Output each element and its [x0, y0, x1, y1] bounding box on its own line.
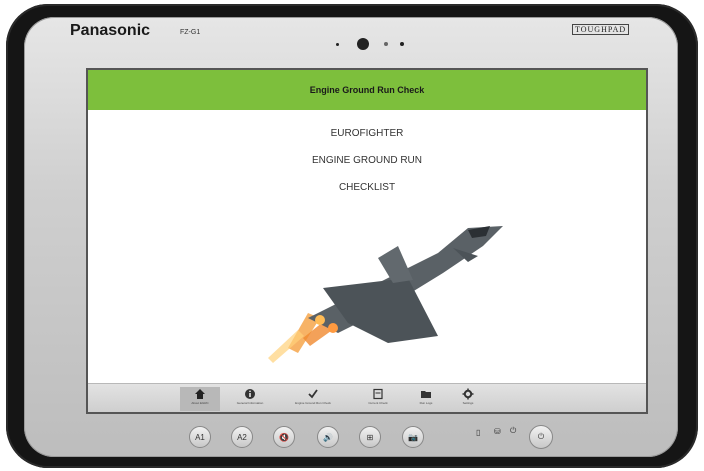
nav-item-current-check[interactable]: Current Check [358, 387, 398, 411]
gear-icon [462, 388, 474, 400]
camera-button[interactable]: 📷 [402, 426, 424, 448]
a1-button[interactable]: A1 [189, 426, 211, 448]
info-icon [245, 389, 255, 399]
app-screen: Engine Ground Run Check EUROFIGHTER ENGI… [86, 68, 648, 414]
sensor-icon [400, 42, 404, 46]
brand-logo: Panasonic [70, 22, 151, 39]
eurofighter-jet-image [268, 226, 503, 363]
clipboard-icon [373, 388, 383, 400]
power-led-icon: ⏻ [510, 426, 517, 435]
power-button[interactable]: ⏻ [529, 425, 553, 449]
windows-button[interactable]: ⊞ [359, 426, 381, 448]
splash-text: EUROFIGHTER ENGINE GROUND RUN CHECKLIST [88, 128, 646, 209]
model-label: FZ-G1 [180, 29, 201, 36]
a2-button[interactable]: A2 [231, 426, 253, 448]
sensor-icon [384, 42, 388, 46]
app-title: Engine Ground Run Check [309, 85, 425, 95]
splash-line: EUROFIGHTER [330, 128, 404, 139]
camera-icon [357, 38, 369, 50]
nav-item-run-logs[interactable]: Run Logs [406, 387, 446, 411]
volume-up-button[interactable]: 🔊 [317, 426, 339, 448]
bottom-nav-bar: About EGRC General Information Engine Gr… [88, 383, 646, 412]
volume-down-button[interactable]: 🔇 [273, 426, 295, 448]
app-title-bar: Engine Ground Run Check [88, 70, 646, 110]
toughpad-badge: TOUGHPAD [572, 24, 630, 35]
splash-line: CHECKLIST [338, 182, 396, 193]
nav-item-settings[interactable]: Settings [448, 387, 488, 411]
storage-led-icon: ⛁ [494, 427, 501, 436]
home-icon [195, 389, 205, 399]
nav-item-ground-run-check[interactable]: Engine Ground Run Check [293, 387, 333, 411]
splash-line: ENGINE GROUND RUN [311, 155, 422, 166]
checkmark-icon [308, 389, 318, 399]
folder-icon [421, 391, 431, 398]
sensor-icon [336, 43, 339, 46]
nav-item-general-info[interactable]: General Information [230, 387, 270, 411]
nav-item-about[interactable]: About EGRC [180, 387, 220, 411]
battery-led-icon: ▯ [476, 428, 481, 437]
